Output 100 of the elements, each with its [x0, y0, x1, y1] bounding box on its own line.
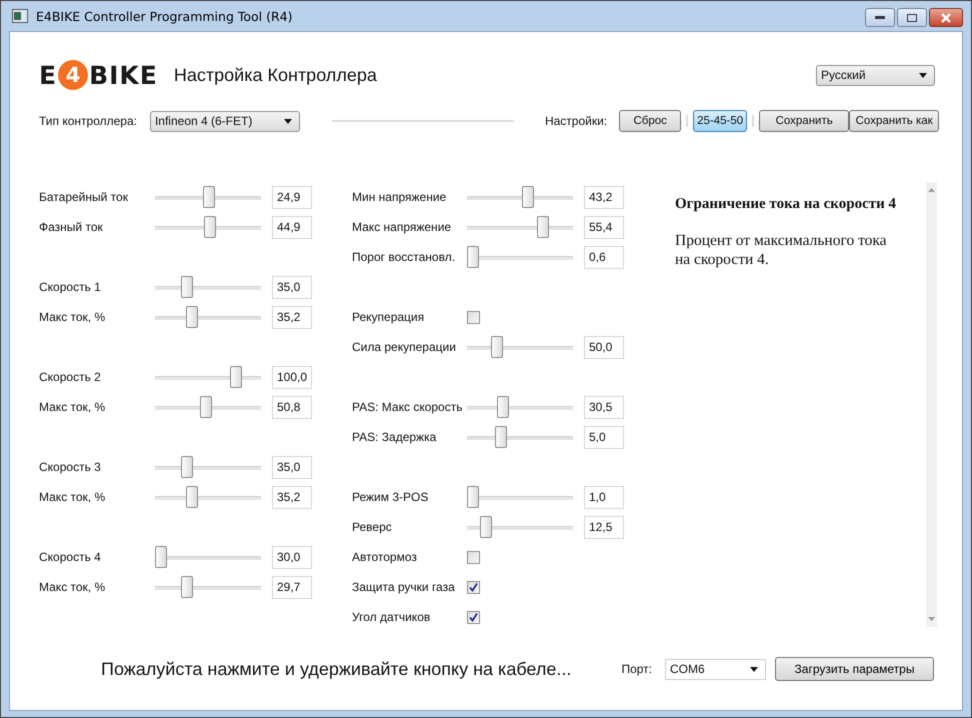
slider-thumb[interactable] — [180, 576, 193, 598]
setting-label: Макс ток, % — [39, 310, 106, 324]
slider[interactable] — [467, 516, 573, 538]
slider[interactable] — [467, 246, 573, 268]
close-icon — [940, 12, 952, 22]
value-field[interactable]: 24,9 — [272, 186, 312, 208]
field-label: Тип контроллера: — [39, 114, 137, 128]
value-field[interactable]: 5,0 — [584, 426, 624, 448]
slider[interactable] — [467, 426, 573, 448]
value-field[interactable]: 30,5 — [584, 396, 624, 418]
value-field[interactable]: 55,4 — [584, 216, 624, 238]
slider-thumb[interactable] — [537, 216, 550, 238]
slider-thumb[interactable] — [467, 486, 479, 508]
setting-label: Батарейный ток — [39, 190, 129, 204]
scrollbar[interactable] — [926, 182, 937, 627]
value-field[interactable]: 50,8 — [272, 396, 312, 418]
checkbox[interactable] — [467, 610, 480, 624]
checkbox[interactable] — [467, 550, 480, 564]
setting-label: Скорость 1 — [39, 280, 102, 294]
slider[interactable] — [155, 186, 261, 208]
slider-thumb[interactable] — [204, 216, 216, 238]
setting-label: Защита ручки газа — [352, 580, 456, 594]
help-text: Процент от максимального тока на скорости 4. — [675, 231, 888, 269]
setting-label: Скорость 3 — [39, 460, 102, 474]
controller-type-dropdown[interactable]: Infineon 4 (6-FET) — [150, 110, 300, 132]
value-field[interactable]: 35,0 — [272, 456, 312, 478]
setting-label: PAS: Макс скорость — [352, 400, 464, 414]
value-field[interactable]: 0,6 — [584, 246, 624, 268]
slider[interactable] — [155, 456, 261, 478]
setting-label: Скорость 2 — [39, 370, 102, 384]
setting-label: Макс напряжение — [352, 220, 452, 234]
slider-thumb[interactable] — [522, 186, 534, 208]
slider-thumb[interactable] — [186, 306, 198, 328]
value-field[interactable]: 44,9 — [272, 216, 312, 238]
setting-label: PAS: Задержка — [352, 430, 438, 444]
value-field[interactable]: 35,0 — [272, 276, 312, 298]
slider[interactable] — [467, 216, 573, 238]
slider-thumb[interactable] — [496, 396, 509, 418]
slider[interactable] — [155, 306, 261, 328]
caret-icon — [750, 666, 758, 672]
port-dropdown[interactable]: COM6 — [665, 658, 766, 680]
slider-thumb[interactable] — [203, 186, 215, 208]
value-field[interactable]: 1,0 — [584, 486, 624, 508]
value-field[interactable]: 35,2 — [272, 486, 312, 508]
value-field[interactable]: 35,2 — [272, 306, 312, 328]
setting-label: Режим 3-POS — [352, 490, 430, 504]
slider-thumb[interactable] — [230, 366, 242, 388]
value-field[interactable]: 30,0 — [272, 546, 312, 568]
app-icon — [12, 9, 28, 23]
slider[interactable] — [155, 276, 261, 298]
value-field[interactable]: 29,7 — [272, 576, 312, 598]
value-field[interactable]: 43,2 — [584, 186, 624, 208]
logo: E 4 BIKE — [39, 60, 158, 90]
preset-button[interactable]: Сохранить как — [849, 110, 940, 132]
setting-label: Рекуперация — [352, 310, 426, 324]
slider[interactable] — [155, 216, 261, 238]
slider-thumb[interactable] — [491, 336, 503, 358]
slider-thumb[interactable] — [186, 486, 198, 508]
setting-label: Автотормоз — [352, 550, 418, 564]
scroll-down-icon[interactable] — [928, 617, 935, 621]
setting-label: Порог восстановл. — [352, 250, 456, 264]
upload-button[interactable]: Загрузить параметры — [775, 657, 934, 681]
setting-label: Макс ток, % — [39, 580, 106, 594]
slider-thumb[interactable] — [180, 276, 193, 298]
value-field[interactable]: 12,5 — [584, 516, 624, 538]
slider[interactable] — [467, 186, 573, 208]
slider[interactable] — [467, 396, 573, 418]
slider-thumb[interactable] — [155, 546, 167, 568]
slider[interactable] — [155, 366, 261, 388]
value-field[interactable]: 100,0 — [272, 366, 312, 388]
slider-thumb[interactable] — [180, 456, 193, 478]
checkbox[interactable] — [467, 580, 480, 594]
slider[interactable] — [467, 486, 573, 508]
setting-label: Угол датчиков — [352, 610, 432, 624]
checkbox[interactable] — [467, 310, 480, 324]
maximize-button[interactable] — [897, 8, 927, 27]
slider[interactable] — [467, 336, 573, 358]
setting-label: Скорость 4 — [39, 550, 102, 564]
preset-button[interactable]: Сохранить — [759, 110, 850, 132]
preset-button[interactable]: Сброс — [619, 110, 682, 132]
slider-thumb[interactable] — [480, 516, 492, 538]
minimize-icon — [875, 16, 885, 20]
slider-thumb[interactable] — [494, 426, 507, 448]
slider-thumb[interactable] — [200, 396, 212, 418]
preset-button[interactable]: 25-45-50 — [693, 110, 748, 132]
window-title: E4BIKE Controller Programming Tool (R4) — [36, 8, 293, 24]
value-field[interactable]: 50,0 — [584, 336, 624, 358]
slider-thumb[interactable] — [467, 246, 479, 268]
slider[interactable] — [155, 576, 261, 598]
maximize-icon — [907, 14, 917, 22]
slider[interactable] — [155, 546, 261, 568]
setting-label: Реверс — [352, 520, 393, 534]
page-title: Настройка Контроллера — [174, 64, 377, 86]
minimize-button[interactable] — [865, 8, 895, 27]
setting-label: Фазный ток — [39, 220, 104, 234]
language-dropdown[interactable]: Русский — [816, 64, 935, 86]
slider[interactable] — [155, 486, 261, 508]
close-button[interactable] — [929, 8, 963, 27]
slider[interactable] — [155, 396, 261, 418]
scroll-up-icon[interactable] — [928, 188, 935, 192]
